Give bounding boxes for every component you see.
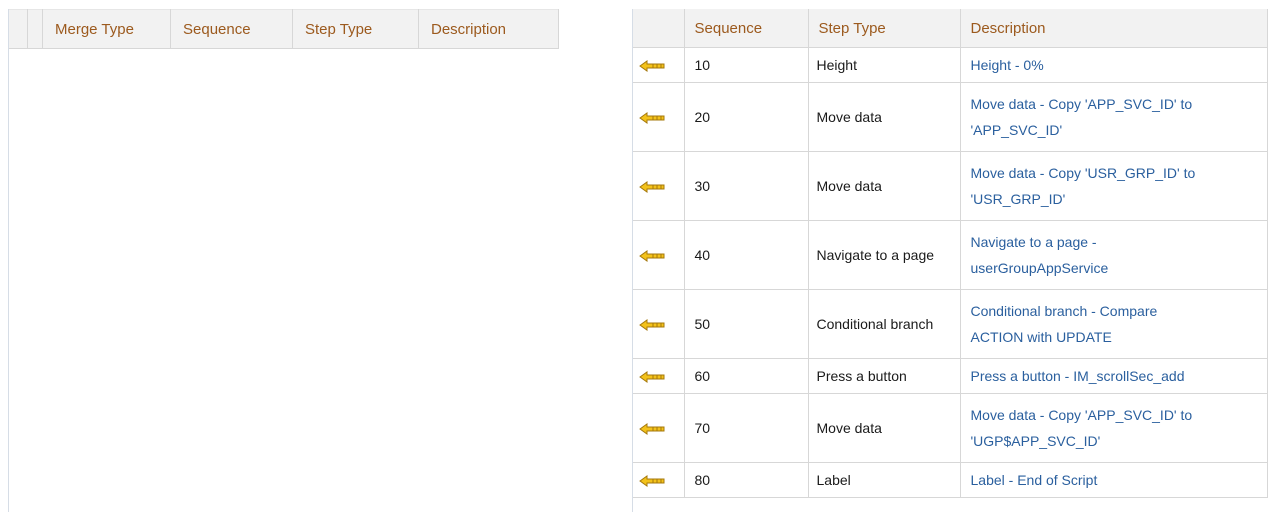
row-move-cell[interactable] <box>633 220 685 290</box>
row-description-line: Press a button - IM_scrollSec_add <box>970 368 1185 384</box>
row-sequence: 20 <box>684 82 809 152</box>
column-header-sequence[interactable]: Sequence <box>684 9 809 48</box>
row-description[interactable]: Press a button - IM_scrollSec_add <box>960 358 1268 394</box>
row-sequence: 60 <box>684 358 809 394</box>
row-step-type: Conditional branch <box>808 289 961 359</box>
row-sequence: 30 <box>684 151 809 221</box>
column-header-step-type[interactable]: Step Type <box>808 9 961 48</box>
left-grid-blank-header-2 <box>27 9 43 49</box>
move-left-arrow-icon[interactable] <box>639 371 665 384</box>
right-grid-blank-header <box>633 9 685 48</box>
table-row[interactable]: 80 Label Label - End of Script <box>633 462 1268 498</box>
row-step-type: Press a button <box>808 358 961 394</box>
row-move-cell[interactable] <box>633 393 685 463</box>
row-sequence: 40 <box>684 220 809 290</box>
move-left-arrow-icon[interactable] <box>639 250 665 263</box>
row-move-cell[interactable] <box>633 462 685 498</box>
left-grid-table: Merge Type Sequence Step Type Descriptio… <box>9 9 559 49</box>
move-left-arrow-icon[interactable] <box>639 112 665 125</box>
row-description[interactable]: Navigate to a page - userGroupAppService <box>960 220 1268 290</box>
row-description-line: Move data - Copy 'APP_SVC_ID' to <box>970 96 1193 112</box>
row-move-cell[interactable] <box>633 358 685 394</box>
right-grid-header-row: Sequence Step Type Description <box>633 9 1268 48</box>
move-left-arrow-icon[interactable] <box>639 319 665 332</box>
right-grid-body: 10 Height Height - 0% 20 Move data Move data … <box>633 47 1268 498</box>
row-step-type: Height <box>808 47 961 83</box>
column-header-description[interactable]: Description <box>960 9 1268 48</box>
row-sequence: 70 <box>684 393 809 463</box>
table-row[interactable]: 20 Move data Move data - Copy 'APP_SVC_ID'… <box>633 82 1268 152</box>
row-description-line: 'UGP$APP_SVC_ID' <box>970 433 1101 449</box>
column-header-merge-type[interactable]: Merge Type <box>42 9 171 49</box>
row-description-line: 'APP_SVC_ID' <box>970 122 1063 138</box>
row-description-line: userGroupAppService <box>970 260 1109 276</box>
row-sequence: 50 <box>684 289 809 359</box>
table-row[interactable]: 30 Move data Move data - Copy 'USR_GRP_ID'… <box>633 151 1268 221</box>
table-row[interactable]: 60 Press a button Press a button - IM_scro… <box>633 358 1268 394</box>
row-step-type: Move data <box>808 393 961 463</box>
column-header-description[interactable]: Description <box>418 9 559 49</box>
row-description[interactable]: Label - End of Script <box>960 462 1268 498</box>
row-description[interactable]: Height - 0% <box>960 47 1268 83</box>
left-grid-blank-header-1 <box>9 9 28 49</box>
move-left-arrow-icon[interactable] <box>639 60 665 73</box>
right-grid-table: Sequence Step Type Description 10 Height H… <box>633 9 1268 498</box>
table-row[interactable]: 70 Move data Move data - Copy 'APP_SVC_ID'… <box>633 393 1268 463</box>
row-description-line: Height - 0% <box>970 57 1044 73</box>
table-row[interactable]: 40 Navigate to a page Navigate to a page -… <box>633 220 1268 290</box>
row-step-type: Navigate to a page <box>808 220 961 290</box>
row-move-cell[interactable] <box>633 82 685 152</box>
move-left-arrow-icon[interactable] <box>639 423 665 436</box>
move-left-arrow-icon[interactable] <box>639 475 665 488</box>
column-header-step-type[interactable]: Step Type <box>292 9 419 49</box>
move-left-arrow-icon[interactable] <box>639 181 665 194</box>
row-move-cell[interactable] <box>633 47 685 83</box>
row-description[interactable]: Conditional branch - Compare ACTION with … <box>960 289 1268 359</box>
row-description[interactable]: Move data - Copy 'APP_SVC_ID' to 'UGP$APP… <box>960 393 1268 463</box>
row-sequence: 80 <box>684 462 809 498</box>
row-description-line: Move data - Copy 'USR_GRP_ID' to <box>970 165 1196 181</box>
right-script-grid: Sequence Step Type Description 10 Height H… <box>632 9 1268 512</box>
column-header-sequence[interactable]: Sequence <box>170 9 293 49</box>
row-description[interactable]: Move data - Copy 'USR_GRP_ID' to 'USR_GRP… <box>960 151 1268 221</box>
table-row[interactable]: 10 Height Height - 0% <box>633 47 1268 83</box>
row-description-line: ACTION with UPDATE <box>970 329 1112 345</box>
row-description-line: Label - End of Script <box>970 472 1098 488</box>
row-move-cell[interactable] <box>633 289 685 359</box>
row-sequence: 10 <box>684 47 809 83</box>
row-description-line: Move data - Copy 'APP_SVC_ID' to <box>970 407 1193 423</box>
row-description-line: 'USR_GRP_ID' <box>970 191 1066 207</box>
row-move-cell[interactable] <box>633 151 685 221</box>
row-step-type: Label <box>808 462 961 498</box>
left-grid-header-row: Merge Type Sequence Step Type Descriptio… <box>9 9 559 49</box>
row-description[interactable]: Move data - Copy 'APP_SVC_ID' to 'APP_SVC… <box>960 82 1268 152</box>
row-step-type: Move data <box>808 82 961 152</box>
row-step-type: Move data <box>808 151 961 221</box>
row-description-line: Navigate to a page - <box>970 234 1097 250</box>
row-description-line: Conditional branch - Compare <box>970 303 1158 319</box>
table-row[interactable]: 50 Conditional branch Conditional branch -… <box>633 289 1268 359</box>
left-merge-grid: Merge Type Sequence Step Type Descriptio… <box>8 9 569 512</box>
